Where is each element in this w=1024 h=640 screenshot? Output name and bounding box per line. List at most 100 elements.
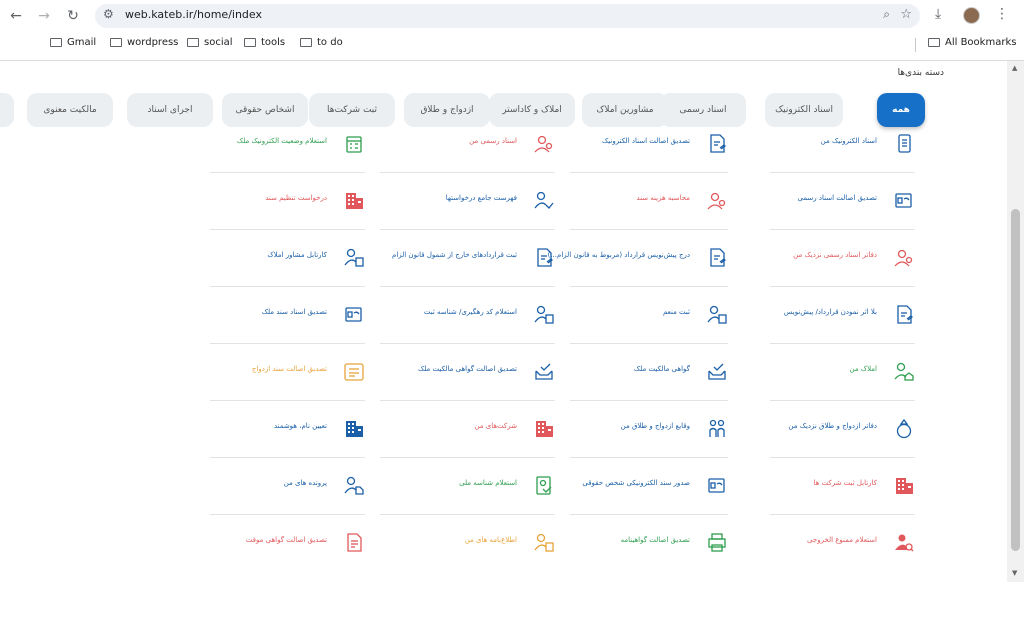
- document-icon: [893, 133, 915, 155]
- scroll-up-arrow-icon[interactable]: ▲: [1012, 64, 1017, 72]
- service-item[interactable]: تصدیق اصالت گواهی مالکیت ملک: [380, 361, 555, 401]
- service-item[interactable]: تصدیق اسناد سند ملک: [210, 304, 365, 344]
- service-label: اسناد الکترونیک من: [820, 137, 877, 145]
- bookmark-star-icon[interactable]: ☆: [900, 7, 912, 22]
- menu-kebab-icon[interactable]: ⋮: [995, 6, 1009, 22]
- service-item[interactable]: فهرست جامع درخواستها: [380, 190, 555, 230]
- service-item[interactable]: اطلاع‌نامه های من: [380, 532, 555, 572]
- tab-category[interactable]: اشخاص حقوقی: [222, 93, 308, 127]
- service-item[interactable]: اسناد الکترونیک من: [770, 133, 915, 173]
- bookmark-label: social: [204, 37, 233, 48]
- folder-icon: [300, 38, 312, 47]
- id-check-icon: [533, 475, 555, 497]
- row-divider: [380, 172, 555, 173]
- service-label: تصدیق اصالت سند ازدواج: [251, 365, 327, 373]
- bookmark-wordpress[interactable]: wordpress: [110, 37, 178, 48]
- tab-category[interactable]: املاک و کاداستر: [489, 93, 575, 127]
- service-item[interactable]: اسناد رسمی من: [380, 133, 555, 173]
- certificate-icon: [343, 304, 365, 326]
- service-item[interactable]: استعلام کد رهگیری/ شناسه ثبت: [380, 304, 555, 344]
- address-bar[interactable]: ⚙ web.kateb.ir/home/index ⌕ ☆: [95, 4, 920, 28]
- tab-category[interactable]: اسناد رسمی: [660, 93, 746, 127]
- service-item[interactable]: درخواست تنظیم سند: [210, 190, 365, 230]
- service-item[interactable]: تصدیق اصالت گواهی موقت: [210, 532, 365, 572]
- service-item[interactable]: استعلام ممنوع الخروجی: [770, 532, 915, 572]
- service-label: املاک من: [849, 365, 877, 373]
- row-divider: [570, 343, 728, 344]
- service-item[interactable]: تصدیق اصالت اسناد الکترونیک: [570, 133, 728, 173]
- service-item[interactable]: ثبت قراردادهای خارج از شمول قانون الزام: [380, 247, 555, 287]
- service-item[interactable]: کارتابل مشاور املاک: [210, 247, 365, 287]
- service-item[interactable]: صدور سند الکترونیکی شخص حقوقی: [570, 475, 728, 515]
- person-check-icon: [533, 190, 555, 212]
- inbox-check-icon: [533, 361, 555, 383]
- service-item[interactable]: تصدیق اصالت سند ازدواج: [210, 361, 365, 401]
- bookmarks-bar: Gmail wordpress social tools to do All B…: [0, 34, 1024, 56]
- service-label: ثبت منعم: [662, 308, 690, 316]
- folder-icon: [187, 38, 199, 47]
- bookmark-social[interactable]: social: [187, 37, 233, 48]
- service-item[interactable]: درج پیش‌نویس قرارداد (مربوط به قانون الز…: [548, 247, 728, 287]
- service-item[interactable]: شرکت‌های من: [380, 418, 555, 458]
- all-bookmarks[interactable]: All Bookmarks: [928, 37, 1016, 48]
- service-item[interactable]: دفاتر اسناد رسمی نزدیک من: [770, 247, 915, 287]
- bookmark-label: All Bookmarks: [945, 37, 1017, 48]
- ring-icon: [893, 418, 915, 440]
- service-item[interactable]: کارتابل ثبت شرکت ها: [770, 475, 915, 515]
- tab-category[interactable]: همه: [877, 93, 925, 127]
- service-label: استعلام شناسه ملی: [459, 479, 517, 487]
- service-item[interactable]: تعیین نام، هوشمند: [210, 418, 365, 458]
- download-icon[interactable]: ⤓: [935, 6, 941, 22]
- service-item[interactable]: محاسبه هزینه سند: [570, 190, 728, 230]
- scrollbar[interactable]: ▲ ▼: [1007, 61, 1024, 582]
- forward-arrow-icon[interactable]: →: [34, 6, 54, 26]
- row-divider: [770, 514, 915, 515]
- service-item[interactable]: بلا اثر نمودن قرارداد/ پیش‌نویس: [770, 304, 915, 344]
- service-item[interactable]: ثبت منعم: [570, 304, 728, 344]
- service-label: بلا اثر نمودن قرارداد/ پیش‌نویس: [783, 308, 877, 316]
- back-arrow-icon[interactable]: ←: [6, 6, 26, 26]
- service-item[interactable]: املاک من: [770, 361, 915, 401]
- row-divider: [570, 172, 728, 173]
- service-label: کارتابل مشاور املاک: [267, 251, 327, 259]
- service-label: تصدیق اصالت گواهینامه: [620, 536, 690, 544]
- tab-category[interactable]: ازدواج و طلاق: [404, 93, 490, 127]
- bookmark-gmail[interactable]: Gmail: [50, 37, 96, 48]
- service-label: درج پیش‌نویس قرارداد (مربوط به قانون الز…: [547, 251, 690, 259]
- service-label: پرونده های من: [283, 479, 327, 487]
- person-doc-icon: [343, 247, 365, 269]
- document-edit-icon: [706, 247, 728, 269]
- service-item[interactable]: تصدیق اصالت گواهینامه: [570, 532, 728, 572]
- service-label: استعلام کد رهگیری/ شناسه ثبت: [423, 308, 517, 316]
- row-divider: [210, 514, 365, 515]
- printer-icon: [706, 532, 728, 554]
- service-item[interactable]: استعلام شناسه ملی: [380, 475, 555, 515]
- bookmark-tools[interactable]: tools: [244, 37, 285, 48]
- scroll-thumb[interactable]: [1011, 209, 1020, 551]
- row-divider: [380, 457, 555, 458]
- tab-category[interactable]: مالکیت معنوی: [27, 93, 113, 127]
- tab-category[interactable]: مشاورین املاک: [582, 93, 668, 127]
- row-divider: [380, 343, 555, 344]
- tab-category[interactable]: اجرای اسناد: [127, 93, 213, 127]
- service-item[interactable]: تصدیق اصالت اسناد رسمی: [770, 190, 915, 230]
- service-item[interactable]: پرونده های من: [210, 475, 365, 515]
- person-location-icon: [893, 247, 915, 269]
- zoom-icon[interactable]: ⌕: [883, 7, 890, 22]
- bookmark-todo[interactable]: to do: [300, 37, 343, 48]
- row-divider: [770, 286, 915, 287]
- reload-icon[interactable]: ↻: [63, 6, 83, 26]
- service-item[interactable]: وقایع ازدواج و طلاق من: [570, 418, 728, 458]
- tab-category[interactable]: ثبت شرکت‌ها: [309, 93, 395, 127]
- tab-overflow[interactable]: [0, 93, 14, 127]
- service-item[interactable]: گواهی مالکیت ملک: [570, 361, 728, 401]
- service-item[interactable]: استعلام وضعیت الکترونیک ملک: [210, 133, 365, 173]
- person-doc-icon: [533, 304, 555, 326]
- site-settings-icon[interactable]: ⚙: [103, 7, 114, 21]
- tab-category[interactable]: اسناد الکترونیک: [765, 93, 843, 127]
- avatar[interactable]: [963, 7, 980, 24]
- service-label: استعلام وضعیت الکترونیک ملک: [236, 137, 327, 145]
- scroll-down-arrow-icon[interactable]: ▼: [1012, 569, 1017, 577]
- service-item[interactable]: دفاتر ازدواج و طلاق نزدیک من: [770, 418, 915, 458]
- inbox-check-icon: [706, 361, 728, 383]
